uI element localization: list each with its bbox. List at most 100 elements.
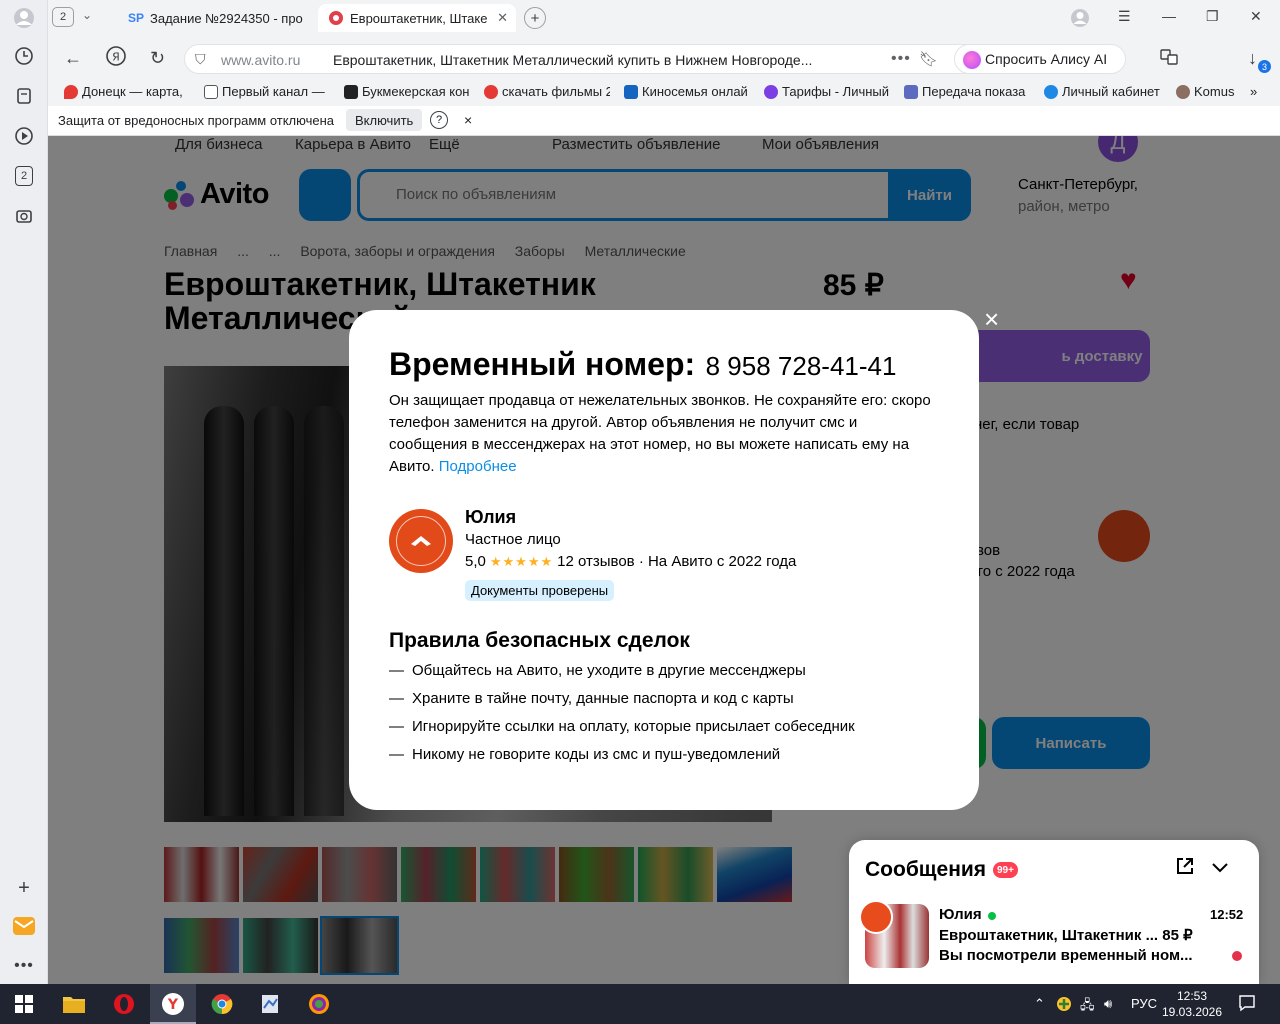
modal-heading: Временный номер: 8 958 728-41-41	[389, 346, 897, 382]
download-icon[interactable]: ↓	[1248, 48, 1257, 69]
bookmark-item[interactable]: Букмекерская кон	[344, 84, 470, 99]
address-bar: ← Я ↻ ⛉ www.avito.ru Евроштакетник, Штак…	[48, 40, 1280, 76]
bookmark-item[interactable]: Киносемья онлай	[624, 84, 750, 99]
tab-label: Евроштакетник, Штаке	[350, 10, 488, 26]
collections-icon[interactable]	[12, 84, 36, 108]
more-icon[interactable]: •••	[12, 954, 36, 978]
tab-task[interactable]: SP Задание №2924350 - про	[118, 4, 312, 32]
safety-rules-list: Общайтесь на Авито, не уходите в другие …	[389, 662, 855, 774]
chevron-down-icon[interactable]	[1211, 858, 1229, 881]
add-icon[interactable]: +	[12, 876, 36, 900]
document-app-icon[interactable]	[258, 992, 282, 1016]
bookmark-item[interactable]: скачать фильмы 2	[484, 84, 610, 99]
meter-icon	[904, 84, 918, 99]
list-item: Общайтесь на Авито, не уходите в другие …	[389, 662, 855, 690]
bookmark-icon[interactable]: 🔖︎	[919, 50, 938, 68]
ask-alice-button[interactable]: Спросить Алису AI	[954, 44, 1126, 74]
map-pin-icon	[64, 84, 78, 99]
notifications-icon[interactable]	[1238, 994, 1256, 1015]
chat-seller-avatar	[859, 900, 893, 934]
chrome-icon[interactable]	[210, 992, 234, 1016]
modal-close-icon[interactable]: ×	[984, 306, 999, 332]
close-icon[interactable]: ✕	[497, 10, 508, 26]
more-bookmarks-icon[interactable]: »	[1250, 84, 1257, 99]
volume-icon[interactable]: 🔊︎	[1104, 996, 1112, 1012]
seller-name[interactable]: Юлия	[465, 507, 516, 528]
tv-icon	[204, 84, 218, 99]
security-infobar: Защита от вредоносных программ отключена…	[48, 106, 1280, 136]
seller-type: Частное лицо	[465, 531, 561, 548]
shield-icon[interactable]: ⛉	[195, 51, 206, 68]
windows-start-icon[interactable]	[12, 992, 36, 1016]
tab-count-button[interactable]: 2	[52, 7, 74, 27]
menu-icon[interactable]: ☰	[1118, 8, 1131, 25]
omnibox[interactable]: ⛉ www.avito.ru Евроштакетник, Штакетник …	[184, 44, 996, 74]
history-icon[interactable]	[12, 44, 36, 68]
windows-taskbar: Y ⌃ 🖧︎ 🔊︎ РУС 12:53 19.03.2026	[0, 984, 1280, 1024]
reload-icon[interactable]: ↻	[150, 48, 165, 69]
screenshot-icon[interactable]	[12, 204, 36, 228]
video-icon[interactable]	[12, 124, 36, 148]
chat-subject: Евроштакетник, Штакетник ... 85 ₽	[939, 927, 1193, 944]
alice-icon	[963, 51, 981, 69]
url-domain: www.avito.ru	[221, 52, 301, 68]
restore-icon[interactable]: ❐	[1206, 8, 1219, 25]
komus-icon	[1176, 84, 1190, 99]
enable-button[interactable]: Включить	[346, 109, 423, 131]
safety-rules-title: Правила безопасных сделок	[389, 629, 690, 652]
bookmark-item[interactable]: Личный кабинет	[1044, 84, 1168, 99]
yandex-browser-icon[interactable]: Y	[161, 992, 185, 1016]
tabs-counter-icon[interactable]: 2	[12, 164, 36, 188]
temporary-phone-number[interactable]: 8 958 728-41-41	[706, 351, 897, 381]
bookmark-item[interactable]: Донецк — карта, с	[64, 84, 184, 99]
back-arrow-icon[interactable]: ←	[64, 48, 82, 69]
tab-bar: 2 ⌄ SP Задание №2924350 - про Евроштакет…	[48, 0, 1280, 36]
chat-preview: Вы посмотрели временный ном...	[939, 947, 1193, 964]
language-indicator[interactable]: РУС	[1131, 996, 1157, 1011]
seller-avatar[interactable]	[389, 509, 453, 573]
modal-description: Он защищает продавца от нежелательных зв…	[389, 392, 931, 475]
minimize-icon[interactable]: —	[1162, 8, 1176, 24]
monitor-icon	[624, 84, 638, 99]
yandex-icon	[484, 84, 498, 99]
file-explorer-icon[interactable]	[62, 992, 86, 1016]
seller-logo-icon	[396, 516, 446, 566]
tray-app-icon[interactable]	[1056, 996, 1072, 1015]
unread-dot	[1232, 951, 1242, 961]
system-clock[interactable]: 12:53 19.03.2026	[1160, 988, 1224, 1020]
chevron-down-icon[interactable]: ⌄	[82, 8, 92, 22]
color-app-icon[interactable]	[307, 992, 331, 1016]
rating-stars-icon: ★★★★★	[489, 554, 554, 569]
unread-badge: 99+	[993, 862, 1018, 878]
tariff-icon	[764, 84, 778, 99]
help-icon[interactable]: ?	[430, 111, 448, 129]
online-indicator	[988, 912, 996, 920]
window-close-icon[interactable]: ✕	[1250, 8, 1262, 25]
tab-avito[interactable]: Евроштакетник, Штаке ✕	[318, 4, 516, 32]
more-dots-icon[interactable]: •••	[891, 50, 911, 68]
opera-icon[interactable]	[112, 992, 136, 1016]
bookmark-item[interactable]: Первый канал — с	[204, 84, 328, 99]
network-icon[interactable]: 🖧︎	[1080, 996, 1095, 1018]
yandex-icon[interactable]: Я	[106, 46, 126, 71]
profile-icon[interactable]	[12, 6, 36, 30]
bookmark-item[interactable]: Тарифы - Личный	[764, 84, 892, 99]
translate-icon[interactable]	[1160, 48, 1178, 71]
page-title-in-omnibox: Евроштакетник, Штакетник Металлический к…	[333, 52, 813, 68]
browser-sidebar: 2 + •••	[0, 0, 48, 984]
bookmark-item[interactable]: Передача показа	[904, 84, 1032, 99]
mail-icon[interactable]	[12, 914, 36, 938]
svg-text:Я: Я	[112, 51, 120, 64]
bookmarks-bar: Донецк — карта, с Первый канал — с Букме…	[48, 80, 1280, 104]
open-external-icon[interactable]	[1175, 856, 1195, 882]
tray-expand-icon[interactable]: ⌃	[1034, 996, 1045, 1012]
seller-rating: 5,0 ★★★★★ 12 отзывов · На Авито с 2022 год…	[465, 553, 797, 570]
new-tab-button[interactable]: +	[524, 7, 546, 29]
account-icon[interactable]	[1070, 8, 1090, 31]
more-info-link[interactable]: Подробнее	[439, 458, 517, 475]
bookmark-item[interactable]: Komus	[1176, 84, 1240, 99]
seller-reviews[interactable]: 12 отзывов · На Авито с 2022 года	[557, 553, 796, 570]
list-item: Храните в тайне почту, данные паспорта и…	[389, 690, 855, 718]
avito-tab-icon	[328, 10, 344, 26]
close-icon[interactable]: ×	[464, 112, 472, 128]
